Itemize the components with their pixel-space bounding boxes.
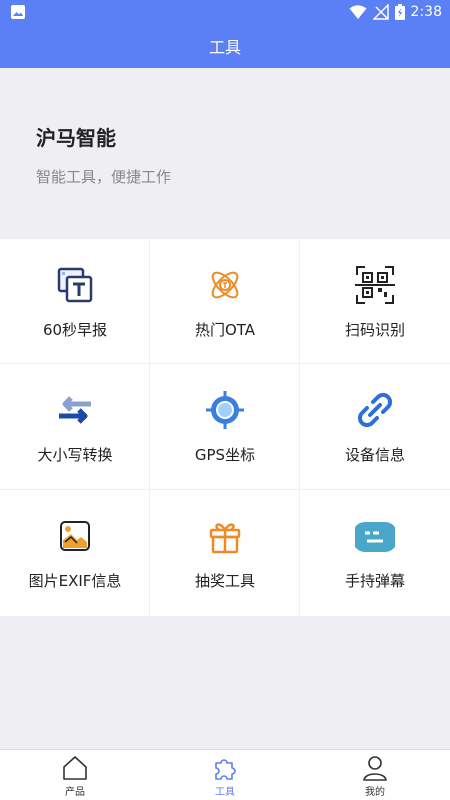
bottom-tab-bar: 产品 工具 我的	[0, 749, 450, 800]
battery-icon	[394, 4, 405, 20]
wifi-icon	[349, 4, 367, 20]
image-icon	[55, 516, 95, 556]
swap-arrows-icon	[55, 390, 95, 430]
tool-lottery[interactable]: 抽奖工具	[150, 490, 300, 616]
tool-label: GPS坐标	[194, 446, 256, 464]
status-time: 2:38	[410, 4, 442, 20]
link-icon	[355, 390, 395, 430]
tool-ota[interactable]: 热门OTA	[150, 239, 300, 364]
no-signal-icon	[372, 4, 389, 20]
tab-label: 工具	[215, 787, 235, 798]
tool-handheld-danmaku[interactable]: 手持弹幕	[300, 490, 450, 616]
qr-scan-icon	[355, 265, 395, 305]
tools-grid: 60秒早报 热门OTA 扫码识别 大小写转换 GPS坐标 设备信息 图片EXIF…	[0, 239, 450, 616]
tool-label: 大小写转换	[37, 446, 113, 464]
user-icon	[362, 755, 388, 781]
gps-target-icon	[205, 390, 245, 430]
page-title: 工具	[208, 38, 241, 57]
puzzle-icon	[212, 755, 238, 781]
home-icon	[62, 755, 88, 781]
news-icon	[55, 265, 95, 305]
tool-gps[interactable]: GPS坐标	[150, 364, 300, 490]
app-header: 2:38 工具	[0, 0, 450, 68]
atom-icon	[205, 265, 245, 305]
hero-title: 沪马智能	[36, 126, 116, 150]
tab-products[interactable]: 产品	[0, 750, 150, 800]
gallery-notification-icon	[10, 4, 26, 20]
tab-label: 我的	[365, 787, 385, 798]
tool-label: 60秒早报	[42, 321, 108, 339]
tool-label: 图片EXIF信息	[28, 572, 122, 590]
tool-qr-scan[interactable]: 扫码识别	[300, 239, 450, 364]
tool-label: 热门OTA	[194, 321, 256, 339]
tool-case-convert[interactable]: 大小写转换	[0, 364, 150, 490]
tab-tools[interactable]: 工具	[150, 750, 300, 800]
tool-label: 扫码识别	[344, 321, 405, 339]
tool-news[interactable]: 60秒早报	[0, 239, 150, 364]
hero-banner: 沪马智能 智能工具，便捷工作	[0, 68, 450, 238]
hero-subtitle: 智能工具，便捷工作	[36, 168, 172, 186]
tab-mine[interactable]: 我的	[300, 750, 450, 800]
status-bar: 2:38	[0, 0, 450, 24]
tool-label: 手持弹幕	[344, 572, 405, 590]
tool-image-exif[interactable]: 图片EXIF信息	[0, 490, 150, 616]
tab-label: 产品	[65, 787, 85, 798]
tool-label: 设备信息	[344, 446, 405, 464]
gift-icon	[205, 516, 245, 556]
danmaku-icon	[353, 516, 397, 556]
tool-label: 抽奖工具	[194, 572, 255, 590]
tool-device-info[interactable]: 设备信息	[300, 364, 450, 490]
